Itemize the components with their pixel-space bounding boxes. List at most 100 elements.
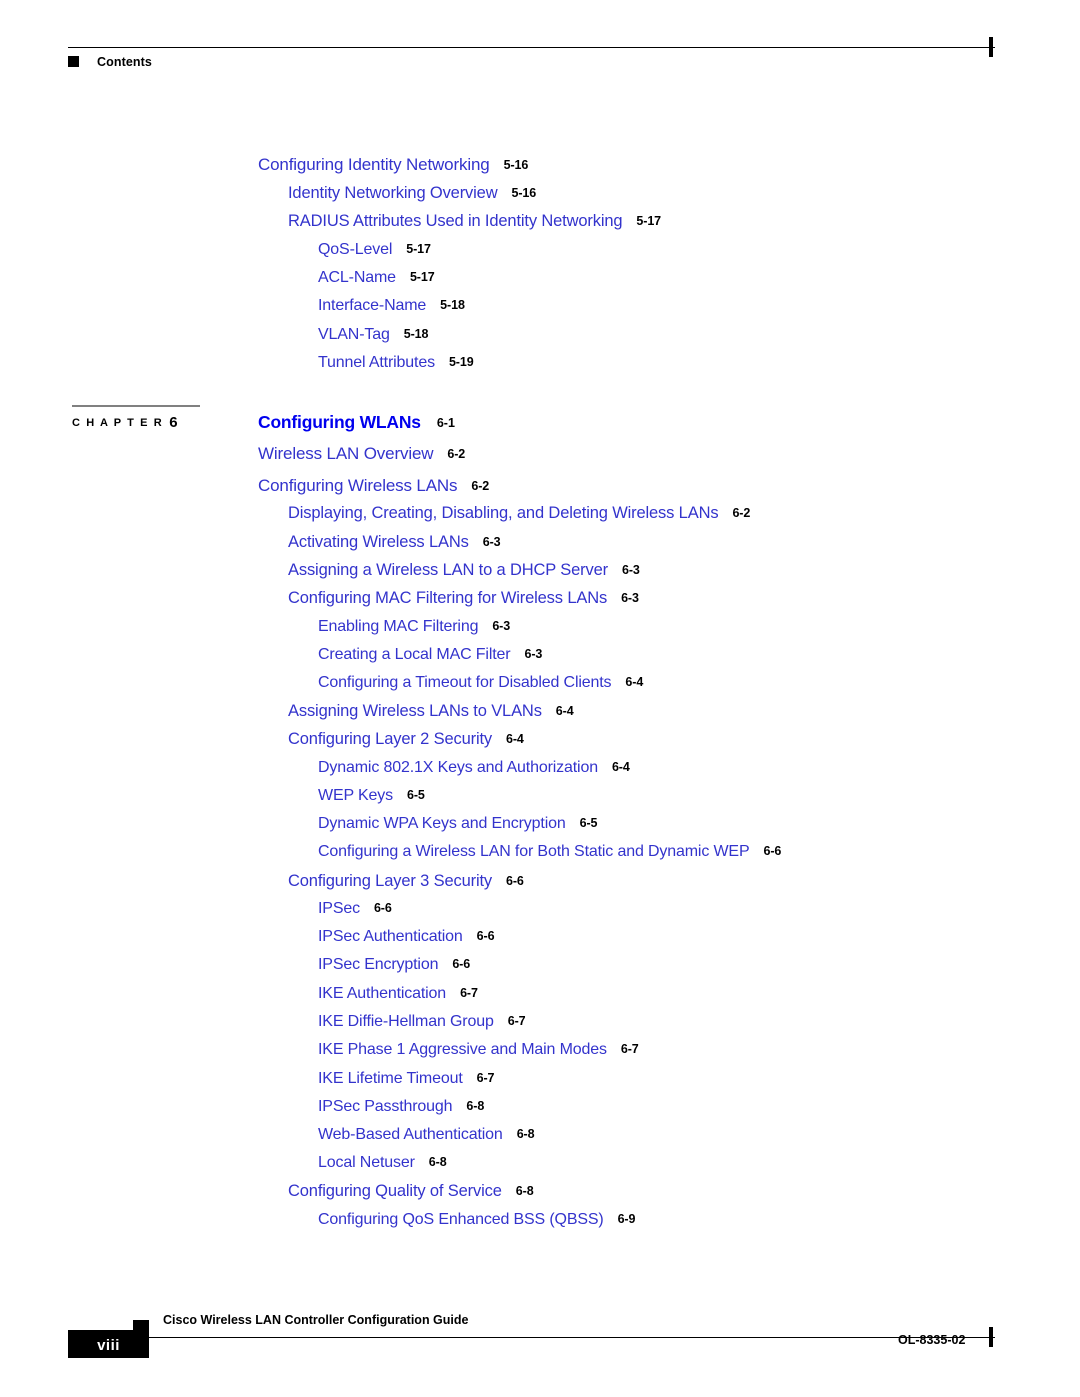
- toc-entry-pagenum: 6-8: [428, 1155, 447, 1169]
- toc-entry-title[interactable]: IPSec Passthrough: [318, 1098, 453, 1115]
- toc-entry-title[interactable]: Activating Wireless LANs: [288, 533, 469, 551]
- toc-entry[interactable]: Activating Wireless LANs 6-3: [288, 534, 501, 551]
- toc-entry-pagenum: 6-8: [516, 1127, 535, 1141]
- toc-entry-title[interactable]: Configuring Identity Networking: [258, 155, 490, 174]
- toc-entry[interactable]: Configuring Wireless LANs 6-2: [258, 477, 489, 495]
- toc-entry[interactable]: IKE Diffie-Hellman Group 6-7: [318, 1014, 526, 1030]
- toc-entry[interactable]: Configuring a Wireless LAN for Both Stat…: [318, 844, 781, 860]
- toc-entry-pagenum: 6-7: [476, 1071, 495, 1085]
- toc-entry[interactable]: IKE Authentication 6-7: [318, 986, 478, 1002]
- toc-entry-title[interactable]: Dynamic WPA Keys and Encryption: [318, 815, 566, 832]
- toc-entry-title[interactable]: Configuring a Timeout for Disabled Clien…: [318, 674, 612, 691]
- toc-entry-title[interactable]: IPSec Encryption: [318, 956, 438, 973]
- toc-entry-title[interactable]: VLAN-Tag: [318, 326, 390, 343]
- toc-entry-title[interactable]: WEP Keys: [318, 787, 393, 804]
- toc-entry-title[interactable]: Creating a Local MAC Filter: [318, 646, 511, 663]
- toc-entry[interactable]: IPSec Authentication 6-6: [318, 928, 495, 945]
- chapter-rule: [72, 405, 200, 407]
- toc-entry[interactable]: Creating a Local MAC Filter 6-3: [318, 647, 542, 663]
- toc-entry-title[interactable]: Assigning a Wireless LAN to a DHCP Serve…: [288, 561, 608, 579]
- toc-entry[interactable]: VLAN-Tag 5-18: [318, 327, 428, 343]
- toc-entry-pagenum: 5-17: [636, 214, 662, 228]
- chapter-tag-number: 6: [169, 414, 178, 431]
- page-number: viii: [97, 1337, 120, 1354]
- toc-entry-pagenum: 6-1: [436, 416, 455, 430]
- toc-entry[interactable]: Web-Based Authentication 6-8: [318, 1126, 535, 1143]
- toc-entry[interactable]: ACL-Name 5-17: [318, 270, 435, 286]
- toc-entry-chapter[interactable]: Configuring WLANs 6-1: [258, 412, 455, 433]
- toc-entry-title[interactable]: Configuring QoS Enhanced BSS (QBSS): [318, 1211, 604, 1228]
- toc-entry[interactable]: Assigning a Wireless LAN to a DHCP Serve…: [288, 562, 640, 579]
- toc-entry-pagenum: 6-4: [506, 732, 524, 746]
- toc-entry-title[interactable]: RADIUS Attributes Used in Identity Netwo…: [288, 212, 623, 230]
- toc-entry[interactable]: Interface-Name 5-18: [318, 298, 465, 314]
- toc-entry-title[interactable]: Web-Based Authentication: [318, 1126, 503, 1143]
- toc-entry-pagenum: 5-16: [511, 186, 537, 200]
- toc-entry[interactable]: Dynamic 802.1X Keys and Authorization 6-4: [318, 760, 630, 776]
- toc-entry-pagenum: 6-2: [471, 479, 490, 493]
- toc-entry-title[interactable]: Interface-Name: [318, 297, 426, 314]
- toc-entry[interactable]: IPSec 6-6: [318, 901, 392, 917]
- toc-entry[interactable]: Configuring Layer 3 Security 6-6: [288, 873, 524, 890]
- toc-entry[interactable]: Configuring Layer 2 Security 6-4: [288, 731, 524, 748]
- toc-entry[interactable]: IPSec Passthrough 6-8: [318, 1099, 484, 1115]
- toc-entry-title[interactable]: Configuring a Wireless LAN for Both Stat…: [318, 843, 750, 860]
- toc-entry-title[interactable]: Configuring Layer 2 Security: [288, 730, 492, 748]
- toc-entry-pagenum: 6-6: [452, 957, 471, 971]
- chapter-tag-word: C H A P T E R: [72, 417, 164, 429]
- toc-entry[interactable]: Configuring Quality of Service 6-8: [288, 1183, 534, 1200]
- toc-entry[interactable]: Configuring MAC Filtering for Wireless L…: [288, 590, 639, 607]
- toc-entry[interactable]: RADIUS Attributes Used in Identity Netwo…: [288, 213, 661, 230]
- toc-entry-title[interactable]: Tunnel Attributes: [318, 354, 435, 371]
- toc-entry[interactable]: Configuring QoS Enhanced BSS (QBSS) 6-9: [318, 1212, 635, 1228]
- toc-entry-title[interactable]: Local Netuser: [318, 1154, 415, 1171]
- toc-entry[interactable]: IKE Lifetime Timeout 6-7: [318, 1070, 495, 1087]
- toc-entry-title[interactable]: IPSec: [318, 900, 360, 917]
- toc-entry-pagenum: 6-9: [617, 1212, 636, 1226]
- chapter-tag: C H A P T E R 6: [72, 414, 178, 431]
- toc-entry-pagenum: 6-4: [611, 760, 630, 774]
- toc-entry-title[interactable]: ACL-Name: [318, 269, 396, 286]
- toc-entry-title[interactable]: Configuring Layer 3 Security: [288, 872, 492, 890]
- toc-entry-title[interactable]: Configuring MAC Filtering for Wireless L…: [288, 589, 607, 607]
- toc-entry[interactable]: WEP Keys 6-5: [318, 788, 425, 804]
- toc-entry[interactable]: Wireless LAN Overview 6-2: [258, 445, 465, 463]
- toc-entry-title[interactable]: Dynamic 802.1X Keys and Authorization: [318, 759, 598, 776]
- toc-entry[interactable]: Enabling MAC Filtering 6-3: [318, 619, 510, 635]
- footer-guide-title: Cisco Wireless LAN Controller Configurat…: [163, 1313, 469, 1327]
- toc-entry-pagenum: 6-8: [466, 1099, 485, 1113]
- toc-entry[interactable]: Displaying, Creating, Disabling, and Del…: [288, 505, 750, 522]
- toc-entry[interactable]: Identity Networking Overview 5-16: [288, 185, 536, 202]
- toc-entry-title[interactable]: QoS-Level: [318, 241, 392, 258]
- toc-entry-title[interactable]: IKE Diffie-Hellman Group: [318, 1013, 494, 1030]
- toc-entry-pagenum: 6-5: [579, 816, 598, 830]
- toc-entry-pagenum: 5-19: [448, 355, 474, 369]
- toc-entry[interactable]: IKE Phase 1 Aggressive and Main Modes 6-7: [318, 1042, 639, 1058]
- toc-entry-title[interactable]: IKE Phase 1 Aggressive and Main Modes: [318, 1041, 607, 1058]
- toc-entry-title[interactable]: Identity Networking Overview: [288, 184, 498, 202]
- toc-entry-title[interactable]: IPSec Authentication: [318, 928, 463, 945]
- toc-entry[interactable]: Configuring Identity Networking 5-16: [258, 156, 528, 174]
- toc-entry[interactable]: Assigning Wireless LANs to VLANs 6-4: [288, 703, 574, 720]
- toc-entry-pagenum: 5-17: [406, 242, 431, 256]
- toc-entry[interactable]: QoS-Level 5-17: [318, 242, 431, 258]
- toc-entry[interactable]: Tunnel Attributes 5-19: [318, 355, 474, 371]
- toc-entry-title[interactable]: Assigning Wireless LANs to VLANs: [288, 702, 542, 720]
- toc-entry-title[interactable]: Configuring Quality of Service: [288, 1182, 502, 1200]
- page-header: Contents: [0, 0, 1080, 92]
- toc-entry-title[interactable]: Configuring Wireless LANs: [258, 476, 458, 495]
- toc-entry-title[interactable]: Displaying, Creating, Disabling, and Del…: [288, 504, 719, 522]
- toc-entry[interactable]: Local Netuser 6-8: [318, 1155, 447, 1171]
- toc-entry-title[interactable]: Wireless LAN Overview: [258, 444, 434, 463]
- toc-entry[interactable]: Dynamic WPA Keys and Encryption 6-5: [318, 816, 597, 832]
- header-rule-end-tick: [989, 37, 993, 57]
- toc-entry-title[interactable]: IKE Lifetime Timeout: [318, 1070, 463, 1087]
- toc-entry[interactable]: IPSec Encryption 6-6: [318, 957, 470, 973]
- toc-entry[interactable]: Configuring a Timeout for Disabled Clien…: [318, 675, 643, 691]
- toc-entry-title[interactable]: IKE Authentication: [318, 985, 446, 1002]
- toc-entry-title[interactable]: Enabling MAC Filtering: [318, 618, 478, 635]
- header-title: Contents: [97, 55, 152, 69]
- toc-entry-pagenum: 5-16: [503, 158, 529, 172]
- toc-entry-title[interactable]: Configuring WLANs: [258, 412, 421, 432]
- toc-entry-pagenum: 6-3: [524, 647, 543, 661]
